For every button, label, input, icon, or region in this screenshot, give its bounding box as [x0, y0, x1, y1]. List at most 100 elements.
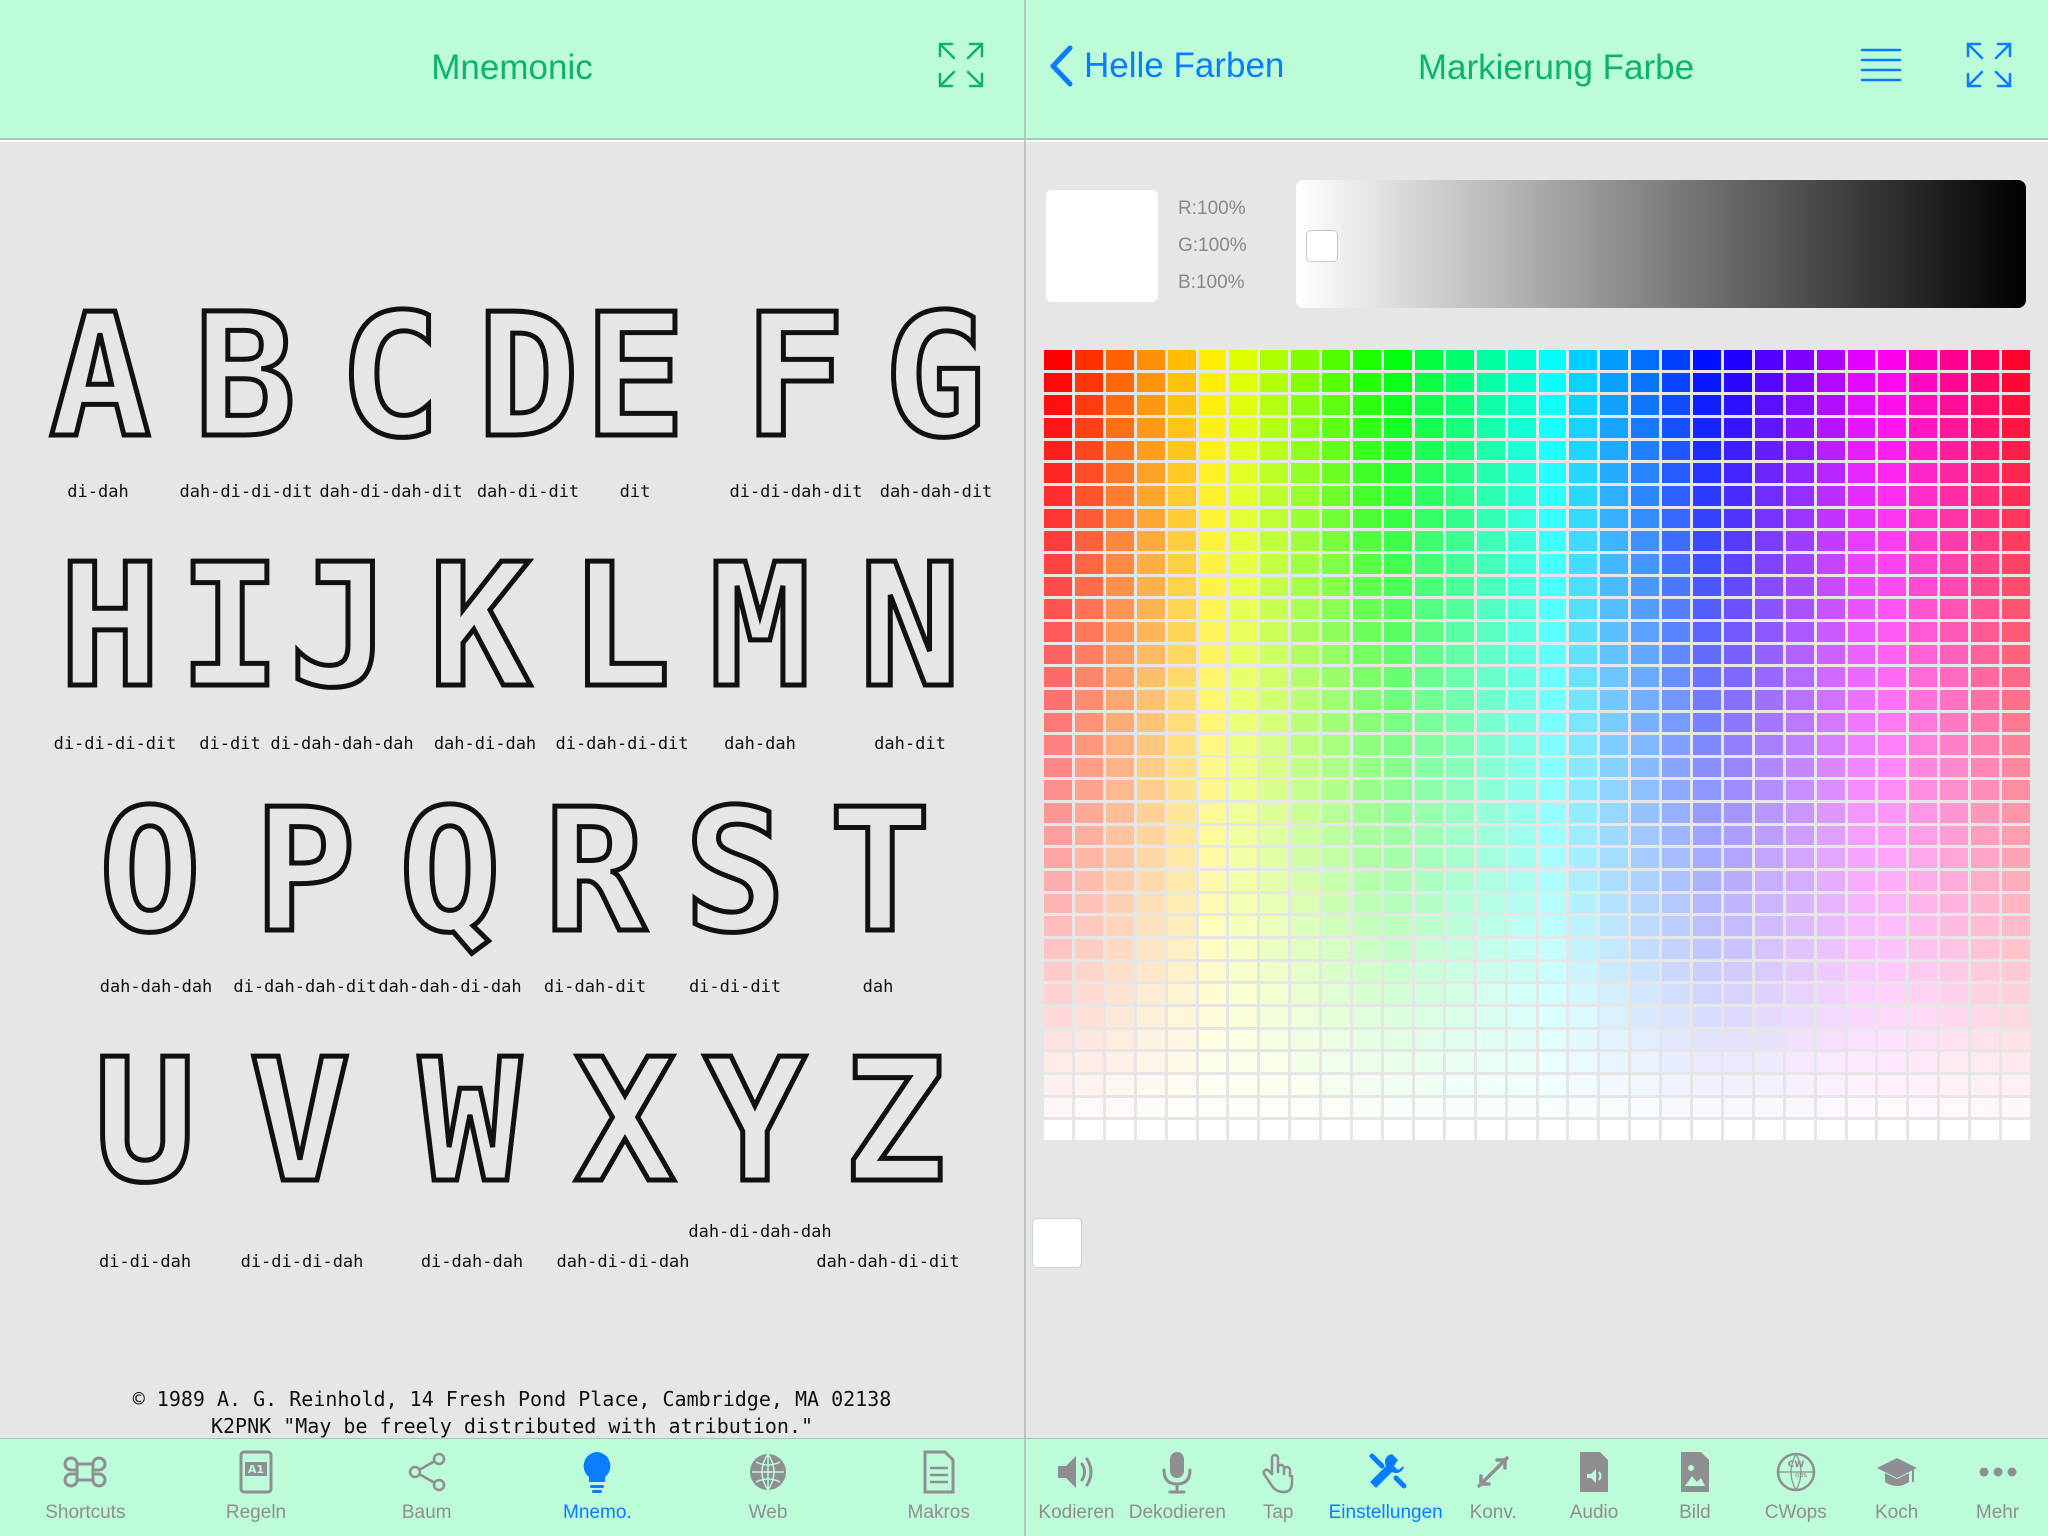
- color-cell[interactable]: [1383, 848, 1412, 869]
- color-cell[interactable]: [1291, 893, 1320, 914]
- color-cell[interactable]: [1198, 1007, 1227, 1027]
- color-cell[interactable]: [1198, 939, 1227, 959]
- tab-bild[interactable]: Bild: [1644, 1439, 1745, 1536]
- color-cell[interactable]: [1414, 644, 1443, 665]
- color-cell[interactable]: [1816, 871, 1845, 891]
- color-cell[interactable]: [1569, 621, 1598, 642]
- color-cell[interactable]: [1723, 1097, 1752, 1118]
- color-cell[interactable]: [1322, 417, 1351, 438]
- color-cell[interactable]: [1291, 440, 1320, 461]
- color-cell[interactable]: [1723, 1120, 1752, 1140]
- color-cell[interactable]: [1445, 848, 1474, 869]
- color-cell[interactable]: [1909, 667, 1938, 687]
- color-cell[interactable]: [1136, 1075, 1165, 1095]
- color-cell[interactable]: [1414, 440, 1443, 461]
- color-cell[interactable]: [1198, 689, 1227, 710]
- color-cell[interactable]: [1260, 893, 1289, 914]
- color-cell[interactable]: [1940, 417, 1969, 438]
- color-cell[interactable]: [1044, 689, 1072, 710]
- color-cell[interactable]: [1569, 508, 1598, 529]
- color-cell[interactable]: [1569, 1120, 1598, 1140]
- color-cell[interactable]: [1322, 1097, 1351, 1118]
- color-cell[interactable]: [1476, 689, 1505, 710]
- color-cell[interactable]: [1971, 553, 2000, 574]
- color-cell[interactable]: [1353, 1075, 1381, 1095]
- color-cell[interactable]: [1569, 667, 1598, 687]
- color-cell[interactable]: [1631, 893, 1660, 914]
- color-cell[interactable]: [1074, 916, 1103, 937]
- color-cell[interactable]: [1754, 984, 1783, 1005]
- color-cell[interactable]: [1229, 916, 1258, 937]
- color-cell[interactable]: [1971, 1075, 2000, 1095]
- color-cell[interactable]: [1260, 644, 1289, 665]
- color-cell[interactable]: [1600, 984, 1629, 1005]
- color-cell[interactable]: [1507, 553, 1536, 574]
- color-cell[interactable]: [1600, 644, 1629, 665]
- color-cell[interactable]: [1414, 757, 1443, 778]
- color-cell[interactable]: [1631, 417, 1660, 438]
- color-cell[interactable]: [1044, 1052, 1072, 1073]
- color-cell[interactable]: [1105, 621, 1134, 642]
- color-cell[interactable]: [1662, 848, 1691, 869]
- color-cell[interactable]: [1198, 485, 1227, 506]
- color-cell[interactable]: [1600, 417, 1629, 438]
- color-cell[interactable]: [1847, 984, 1876, 1005]
- color-cell[interactable]: [1322, 576, 1351, 597]
- color-cell[interactable]: [1538, 1052, 1567, 1073]
- color-cell[interactable]: [1971, 1029, 2000, 1050]
- color-cell[interactable]: [1569, 735, 1598, 755]
- color-cell[interactable]: [1167, 780, 1196, 801]
- color-cell[interactable]: [1507, 689, 1536, 710]
- color-cell[interactable]: [1662, 1029, 1691, 1050]
- color-cell[interactable]: [1105, 689, 1134, 710]
- color-cell[interactable]: [1136, 825, 1165, 846]
- color-cell[interactable]: [1909, 372, 1938, 393]
- color-cell[interactable]: [1353, 395, 1381, 415]
- color-cell[interactable]: [1662, 395, 1691, 415]
- color-cell[interactable]: [1229, 576, 1258, 597]
- color-cell[interactable]: [1600, 1029, 1629, 1050]
- color-cell[interactable]: [1878, 599, 1907, 619]
- color-cell[interactable]: [1909, 961, 1938, 982]
- color-cell[interactable]: [1044, 961, 1072, 982]
- color-cell[interactable]: [2002, 576, 2030, 597]
- color-cell[interactable]: [1600, 1097, 1629, 1118]
- color-cell[interactable]: [1445, 599, 1474, 619]
- color-cell[interactable]: [1322, 757, 1351, 778]
- color-cell[interactable]: [1909, 644, 1938, 665]
- color-cell[interactable]: [1198, 372, 1227, 393]
- color-cell[interactable]: [1353, 961, 1381, 982]
- color-cell[interactable]: [1074, 440, 1103, 461]
- color-cell[interactable]: [1723, 916, 1752, 937]
- color-cell[interactable]: [1322, 916, 1351, 937]
- color-cell[interactable]: [1631, 576, 1660, 597]
- color-cell[interactable]: [1662, 440, 1691, 461]
- tab-mehr[interactable]: Mehr: [1947, 1439, 2048, 1536]
- color-cell[interactable]: [1940, 916, 1969, 937]
- color-cell[interactable]: [1260, 621, 1289, 642]
- color-cell[interactable]: [1167, 1075, 1196, 1095]
- color-cell[interactable]: [1074, 825, 1103, 846]
- color-cell[interactable]: [1198, 757, 1227, 778]
- color-cell[interactable]: [1414, 599, 1443, 619]
- color-cell[interactable]: [1105, 825, 1134, 846]
- color-cell[interactable]: [1600, 916, 1629, 937]
- color-cell[interactable]: [1353, 644, 1381, 665]
- color-cell[interactable]: [1971, 599, 2000, 619]
- color-cell[interactable]: [1847, 553, 1876, 574]
- color-cell[interactable]: [1136, 689, 1165, 710]
- color-cell[interactable]: [1693, 871, 1721, 891]
- color-cell[interactable]: [1507, 848, 1536, 869]
- color-cell[interactable]: [1074, 689, 1103, 710]
- color-cell[interactable]: [1291, 939, 1320, 959]
- color-cell[interactable]: [1878, 803, 1907, 823]
- color-cell[interactable]: [2002, 757, 2030, 778]
- color-cell[interactable]: [1569, 916, 1598, 937]
- color-cell[interactable]: [1105, 553, 1134, 574]
- color-cell[interactable]: [1816, 757, 1845, 778]
- color-cell[interactable]: [1693, 984, 1721, 1005]
- color-cell[interactable]: [1229, 712, 1258, 733]
- tab-cwops[interactable]: CW ops CWops: [1745, 1439, 1846, 1536]
- color-cell[interactable]: [1940, 825, 1969, 846]
- color-cell[interactable]: [1723, 1075, 1752, 1095]
